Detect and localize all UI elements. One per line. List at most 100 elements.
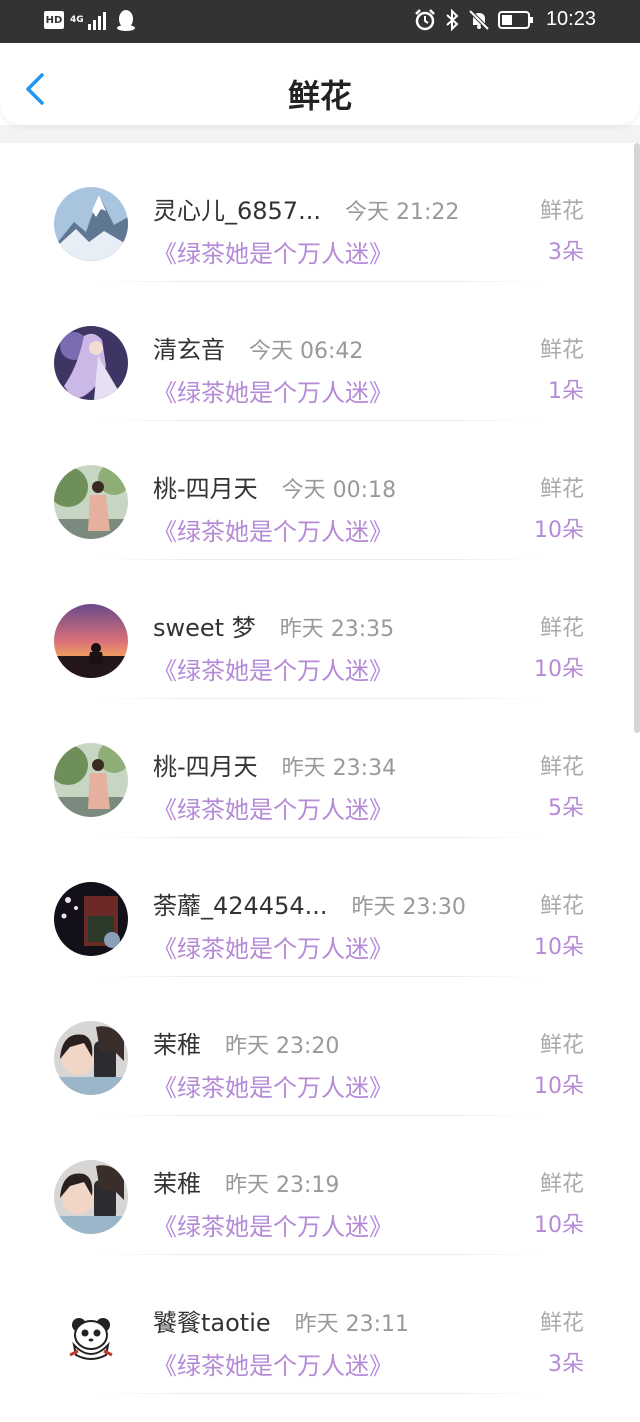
avatar-image bbox=[54, 743, 128, 817]
list-item[interactable]: 桃-四月天 昨天 23:34 《绿茶她是个万人迷》 鲜花 5朵 bbox=[0, 699, 640, 838]
book-title-link[interactable]: 《绿茶她是个万人迷》 bbox=[153, 512, 393, 547]
avatar[interactable] bbox=[54, 1160, 128, 1234]
avatar-image bbox=[54, 882, 128, 956]
divider bbox=[100, 1393, 540, 1394]
scrollbar[interactable] bbox=[634, 143, 640, 733]
gift-count: 5朵 bbox=[548, 796, 584, 821]
avatar[interactable] bbox=[54, 743, 128, 817]
gift-time: 昨天 23:11 bbox=[294, 1312, 410, 1337]
gift-count: 3朵 bbox=[548, 1352, 584, 1377]
gift-type-label: 鲜花 bbox=[539, 477, 584, 502]
gift-type-label: 鲜花 bbox=[539, 1172, 584, 1197]
gift-time: 昨天 23:35 bbox=[279, 617, 395, 642]
item-meta: 茉稚 昨天 23:20 bbox=[153, 1025, 339, 1060]
qq-penguin-icon bbox=[116, 10, 135, 31]
book-title-link[interactable]: 《绿茶她是个万人迷》 bbox=[153, 929, 393, 964]
book-title-link[interactable]: 《绿茶她是个万人迷》 bbox=[153, 373, 393, 408]
gift-type-label: 鲜花 bbox=[539, 616, 584, 641]
status-right: 10:23 bbox=[414, 8, 596, 31]
list-item[interactable]: 桃-四月天 今天 00:18 《绿茶她是个万人迷》 鲜花 10朵 bbox=[0, 421, 640, 560]
book-title-link[interactable]: 《绿茶她是个万人迷》 bbox=[153, 790, 393, 825]
book-title-link[interactable]: 《绿茶她是个万人迷》 bbox=[153, 1346, 393, 1381]
list-item[interactable]: 灵心儿_6857... 今天 21:22 《绿茶她是个万人迷》 鲜花 3朵 bbox=[0, 143, 640, 282]
avatar-image bbox=[54, 465, 128, 539]
avatar[interactable] bbox=[54, 1299, 128, 1373]
network-type: 4G bbox=[70, 14, 84, 25]
avatar[interactable] bbox=[54, 465, 128, 539]
book-title-link[interactable]: 《绿茶她是个万人迷》 bbox=[153, 1207, 393, 1242]
avatar-image bbox=[54, 604, 128, 678]
status-bar: HD 4G 10:23 bbox=[0, 0, 640, 43]
avatar-image bbox=[54, 1021, 128, 1095]
gift-type-label: 鲜花 bbox=[539, 894, 584, 919]
user-name[interactable]: 饕餮taotie bbox=[153, 1303, 271, 1338]
avatar-image bbox=[54, 1299, 128, 1373]
gift-time: 今天 00:18 bbox=[281, 478, 397, 503]
header: 鲜花 bbox=[0, 43, 640, 125]
user-name[interactable]: 灵心儿_6857... bbox=[153, 191, 321, 226]
book-title-link[interactable]: 《绿茶她是个万人迷》 bbox=[153, 1068, 393, 1103]
item-meta: 饕餮taotie 昨天 23:11 bbox=[153, 1303, 409, 1338]
gift-type-label: 鲜花 bbox=[539, 199, 584, 224]
item-meta: 桃-四月天 今天 00:18 bbox=[153, 469, 396, 504]
gift-time: 昨天 23:19 bbox=[225, 1173, 340, 1198]
item-meta: 桃-四月天 昨天 23:34 bbox=[153, 747, 396, 782]
gift-time: 昨天 23:30 bbox=[351, 895, 466, 920]
network-label: 4G bbox=[70, 14, 84, 25]
signal-icon bbox=[87, 12, 106, 30]
mute-bell-icon bbox=[468, 9, 490, 30]
list-item[interactable]: 清玄音 今天 06:42 《绿茶她是个万人迷》 鲜花 1朵 bbox=[0, 282, 640, 421]
status-left: HD 4G bbox=[44, 9, 136, 31]
avatar[interactable] bbox=[54, 187, 128, 261]
book-title-link[interactable]: 《绿茶她是个万人迷》 bbox=[153, 234, 393, 269]
item-meta: sweet 梦昨天 23:35 bbox=[153, 608, 394, 643]
hd-badge: HD bbox=[44, 11, 64, 29]
avatar[interactable] bbox=[54, 326, 128, 400]
item-meta: 清玄音 今天 06:42 bbox=[153, 330, 363, 365]
user-name[interactable]: 荼蘼_424454... bbox=[153, 886, 328, 921]
bluetooth-icon bbox=[446, 8, 459, 31]
user-name[interactable]: 桃-四月天 bbox=[153, 747, 258, 782]
user-name[interactable]: 清玄音 bbox=[153, 330, 225, 365]
book-title-link[interactable]: 《绿茶她是个万人迷》 bbox=[153, 651, 393, 686]
header-gap bbox=[0, 125, 640, 143]
avatar-image bbox=[54, 1160, 128, 1234]
list-item[interactable]: 荼蘼_424454... 昨天 23:30 《绿茶她是个万人迷》 鲜花 10朵 bbox=[0, 838, 640, 977]
gift-count: 10朵 bbox=[534, 1213, 584, 1238]
battery-icon bbox=[497, 10, 533, 29]
user-name[interactable]: 茉稚 bbox=[153, 1025, 201, 1060]
gift-time: 今天 06:42 bbox=[249, 339, 364, 364]
list-item[interactable]: 茉稚 昨天 23:20 《绿茶她是个万人迷》 鲜花 10朵 bbox=[0, 977, 640, 1116]
avatar[interactable] bbox=[54, 604, 128, 678]
gift-count: 10朵 bbox=[534, 657, 584, 682]
avatar[interactable] bbox=[54, 882, 128, 956]
item-meta: 茉稚 昨天 23:19 bbox=[153, 1164, 339, 1199]
gift-count: 10朵 bbox=[534, 935, 584, 960]
avatar[interactable] bbox=[54, 1021, 128, 1095]
item-meta: 荼蘼_424454... 昨天 23:30 bbox=[153, 886, 466, 921]
user-name[interactable]: sweet 梦 bbox=[153, 608, 256, 643]
user-name[interactable]: 桃-四月天 bbox=[153, 469, 258, 504]
gift-type-label: 鲜花 bbox=[539, 755, 584, 780]
gift-type-label: 鲜花 bbox=[539, 1311, 584, 1336]
gift-time: 昨天 23:34 bbox=[281, 756, 397, 781]
avatar-image bbox=[54, 187, 128, 261]
gift-type-label: 鲜花 bbox=[539, 1033, 584, 1058]
flower-gift-list: 灵心儿_6857... 今天 21:22 《绿茶她是个万人迷》 鲜花 3朵 清玄音 今天 … bbox=[0, 143, 640, 1394]
gift-count: 10朵 bbox=[534, 1074, 584, 1099]
item-meta: 灵心儿_6857... 今天 21:22 bbox=[153, 191, 459, 226]
avatar-image bbox=[54, 326, 128, 400]
list-item[interactable]: 饕餮taotie 昨天 23:11 《绿茶她是个万人迷》 鲜花 3朵 bbox=[0, 1255, 640, 1394]
alarm-icon bbox=[415, 8, 435, 30]
gift-type-label: 鲜花 bbox=[539, 338, 584, 363]
list-item[interactable]: sweet 梦昨天 23:35 《绿茶她是个万人迷》 鲜花 10朵 bbox=[0, 560, 640, 699]
gift-time: 今天 21:22 bbox=[344, 200, 460, 225]
page-title: 鲜花 bbox=[287, 77, 352, 115]
gift-time: 昨天 23:20 bbox=[225, 1034, 340, 1059]
list-item[interactable]: 茉稚 昨天 23:19 《绿茶她是个万人迷》 鲜花 10朵 bbox=[0, 1116, 640, 1255]
gift-count: 1朵 bbox=[548, 379, 584, 404]
gift-count: 3朵 bbox=[548, 240, 584, 265]
status-time: 10:23 bbox=[545, 8, 596, 30]
user-name[interactable]: 茉稚 bbox=[153, 1164, 201, 1199]
gift-count: 10朵 bbox=[534, 518, 584, 543]
